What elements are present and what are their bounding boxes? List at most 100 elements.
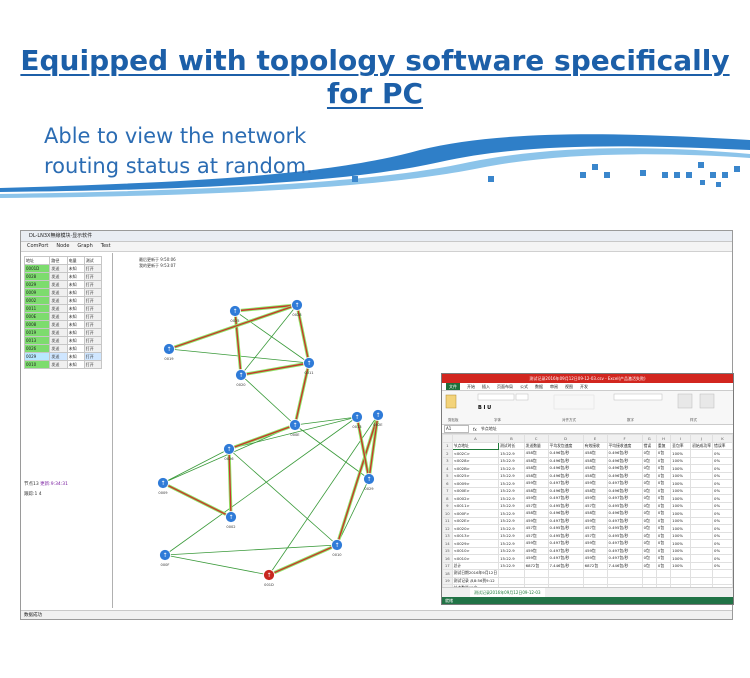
cell[interactable]: 0包 [655, 494, 672, 503]
cell[interactable]: <0025> [451, 471, 500, 480]
cell[interactable]: 100% [670, 471, 692, 480]
node-row[interactable]: 0029 发送 未知 打开 [23, 280, 103, 289]
ribbon-tab[interactable]: 数据 [535, 383, 543, 390]
cell[interactable]: 重复 [655, 441, 672, 450]
cell[interactable]: 0% [712, 479, 733, 488]
cell[interactable]: 0.495包/秒 [606, 524, 643, 533]
cell[interactable]: 0.497包/秒 [547, 494, 584, 503]
spreadsheet-grid[interactable]: A B C D E F G H I J K 1 节点地址 测试时长 发送数量 平均发包速度 有效接收 平均接收速度… [442, 434, 733, 604]
cell[interactable]: <0011> [451, 501, 500, 510]
cell[interactable]: <0013> [451, 531, 500, 540]
cell[interactable]: 0% [712, 561, 733, 570]
open-button[interactable]: 打开 [83, 272, 103, 281]
cell[interactable]: 15:22.9 [498, 539, 525, 548]
row-number[interactable]: 1 [442, 441, 453, 450]
menu-comport[interactable]: ComPort [27, 242, 48, 251]
cell[interactable]: 15:22.9 [498, 524, 525, 533]
cell[interactable]: 0包 [641, 554, 657, 563]
cell[interactable]: 0.495包/秒 [547, 501, 584, 510]
cell[interactable] [606, 569, 643, 578]
cell[interactable]: 0.496包/秒 [606, 464, 643, 473]
cell[interactable]: 0包 [655, 479, 672, 488]
cell[interactable]: 0包 [641, 501, 657, 510]
cell[interactable] [690, 494, 714, 503]
cell[interactable]: 100% [670, 554, 692, 563]
cell[interactable] [498, 576, 525, 585]
cell[interactable]: 0.496包/秒 [547, 464, 584, 473]
node-row[interactable]: 0019 发送 未知 打开 [23, 328, 103, 337]
cell[interactable]: 0包 [641, 516, 657, 525]
open-button[interactable]: 打开 [83, 360, 103, 369]
row-number[interactable]: 5 [442, 471, 453, 480]
cell[interactable]: 459包 [523, 494, 549, 503]
cell[interactable]: 458包 [582, 486, 608, 495]
cell[interactable]: 100% [670, 449, 692, 458]
cell[interactable]: 平均发包速度 [547, 441, 584, 450]
cell[interactable]: 15:22.9 [498, 561, 525, 570]
cell[interactable]: 0包 [641, 471, 657, 480]
row-number[interactable]: 7 [442, 486, 453, 495]
cell[interactable]: 100% [670, 494, 692, 503]
cell[interactable]: 459包 [582, 516, 608, 525]
cell[interactable]: 100% [670, 509, 692, 518]
row-number[interactable]: 2 [442, 449, 453, 458]
open-button[interactable]: 打开 [83, 320, 103, 329]
column-letter[interactable]: H [655, 434, 672, 443]
cell[interactable] [690, 501, 714, 510]
cell[interactable]: 有效接收 [582, 441, 608, 450]
cell[interactable]: 6872包 [582, 561, 608, 570]
menu-node[interactable]: Node [56, 242, 69, 251]
ribbon-tab[interactable]: 公式 [520, 383, 528, 390]
cell[interactable]: 0.496包/秒 [606, 486, 643, 495]
cell[interactable]: 0包 [655, 516, 672, 525]
cell[interactable]: 100% [670, 561, 692, 570]
column-letter[interactable]: I [670, 434, 692, 443]
send-button[interactable]: 发送 [49, 296, 68, 305]
cell[interactable]: 0% [712, 509, 733, 518]
cell[interactable]: 0包 [641, 456, 657, 465]
column-letter[interactable]: J [690, 434, 714, 443]
cell[interactable]: 0.497包/秒 [606, 494, 643, 503]
cell[interactable]: 459包 [582, 479, 608, 488]
cell[interactable]: 测试时长 [498, 441, 525, 450]
cell[interactable]: <0028> [451, 456, 500, 465]
ribbon-tab[interactable]: 开发 [580, 383, 588, 390]
cell[interactable]: 0.497包/秒 [547, 554, 584, 563]
cell[interactable]: 0包 [641, 509, 657, 518]
network-node[interactable]: ↑ 0026 [223, 443, 235, 462]
cell[interactable]: 15:22.9 [498, 554, 525, 563]
cell[interactable] [606, 576, 643, 585]
ribbon-tab[interactable]: 视图 [565, 383, 573, 390]
cell[interactable]: <0029> [451, 539, 500, 548]
cell[interactable]: 0包 [655, 524, 672, 533]
row-number[interactable]: 13 [442, 531, 453, 540]
cell[interactable] [547, 576, 584, 585]
cell[interactable]: 0.496包/秒 [606, 509, 643, 518]
cell[interactable]: <0002> [451, 494, 500, 503]
ribbon-tab[interactable]: 开始 [467, 383, 475, 390]
network-node[interactable]: ↑ 0025 [229, 305, 241, 324]
cell[interactable]: 100% [670, 486, 692, 495]
cell[interactable] [690, 449, 714, 458]
network-node[interactable]: ↑ 0029 [363, 473, 375, 492]
cell[interactable]: 0包 [641, 546, 657, 555]
cell[interactable] [712, 576, 733, 585]
open-button[interactable]: 打开 [83, 304, 103, 313]
cell[interactable] [690, 479, 714, 488]
cell[interactable]: 0.497包/秒 [547, 539, 584, 548]
row-number[interactable]: 6 [442, 479, 453, 488]
cell[interactable]: 0.496包/秒 [547, 456, 584, 465]
network-node[interactable]: ↑ 000F [159, 549, 171, 568]
cell[interactable]: 0包 [655, 531, 672, 540]
cell[interactable] [690, 576, 714, 585]
cell[interactable]: 458包 [523, 486, 549, 495]
column-letter[interactable]: D [547, 434, 584, 443]
cell[interactable]: 15:22.9 [498, 449, 525, 458]
open-button[interactable]: 打开 [83, 336, 103, 345]
cell[interactable]: 459包 [582, 554, 608, 563]
network-node[interactable]: ↑ 0020 [235, 369, 247, 388]
cell[interactable]: 457包 [582, 531, 608, 540]
cell[interactable]: 0包 [655, 509, 672, 518]
network-node[interactable]: ↑ 0019 [163, 343, 175, 362]
cell[interactable]: 15:22.9 [498, 516, 525, 525]
